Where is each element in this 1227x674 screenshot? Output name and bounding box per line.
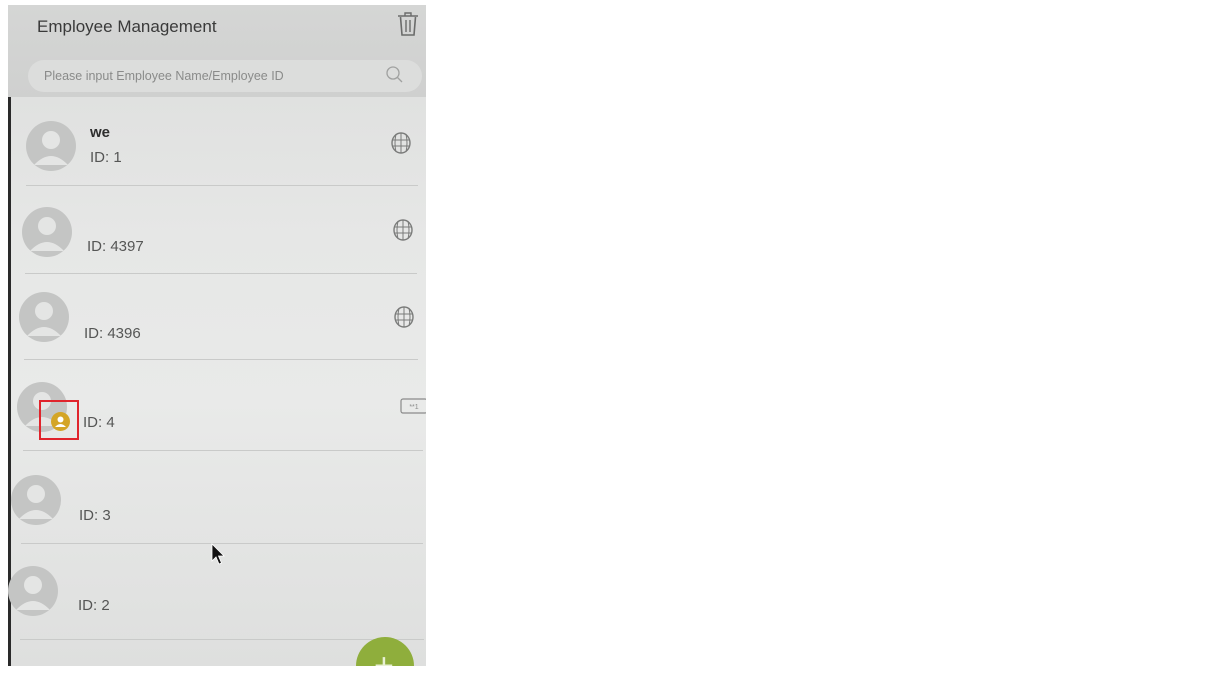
list-item[interactable]: ID: 4 **1 (17, 360, 426, 451)
password-icon: **1 (400, 398, 426, 414)
device-screen: Employee Management Please input Employe… (8, 5, 426, 666)
plus-icon: + (374, 647, 394, 666)
list-item[interactable]: ID: 3 (11, 451, 423, 544)
search-icon[interactable] (385, 65, 405, 85)
avatar (11, 475, 61, 525)
password-mask: **1 (409, 404, 418, 411)
face-icon (393, 219, 413, 241)
avatar (22, 207, 72, 257)
employee-id: ID: 4397 (87, 238, 144, 255)
employee-id: ID: 3 (79, 507, 111, 524)
employee-id: ID: 1 (90, 149, 122, 166)
employee-name: we (90, 124, 111, 141)
list-item[interactable]: ID: 4396 (19, 271, 418, 360)
search-placeholder: Please input Employee Name/Employee ID (44, 69, 284, 83)
face-icon (394, 306, 414, 328)
mouse-cursor-icon (211, 543, 225, 565)
page-title: Employee Management (37, 17, 217, 36)
avatar (8, 566, 58, 616)
employee-id: ID: 2 (78, 597, 110, 614)
highlight-box (39, 400, 79, 440)
avatar (26, 121, 76, 171)
employee-id: ID: 4396 (84, 325, 141, 342)
list-item[interactable]: we ID: 1 (26, 97, 418, 186)
trash-icon[interactable] (396, 11, 420, 37)
face-icon (391, 132, 411, 154)
avatar (19, 292, 69, 342)
search-input[interactable]: Please input Employee Name/Employee ID (28, 60, 422, 92)
employee-id: ID: 4 (83, 414, 115, 431)
app-header: Employee Management Please input Employe… (8, 5, 426, 97)
list-item[interactable]: ID: 4397 (22, 185, 417, 274)
add-employee-button[interactable]: + (356, 637, 414, 666)
